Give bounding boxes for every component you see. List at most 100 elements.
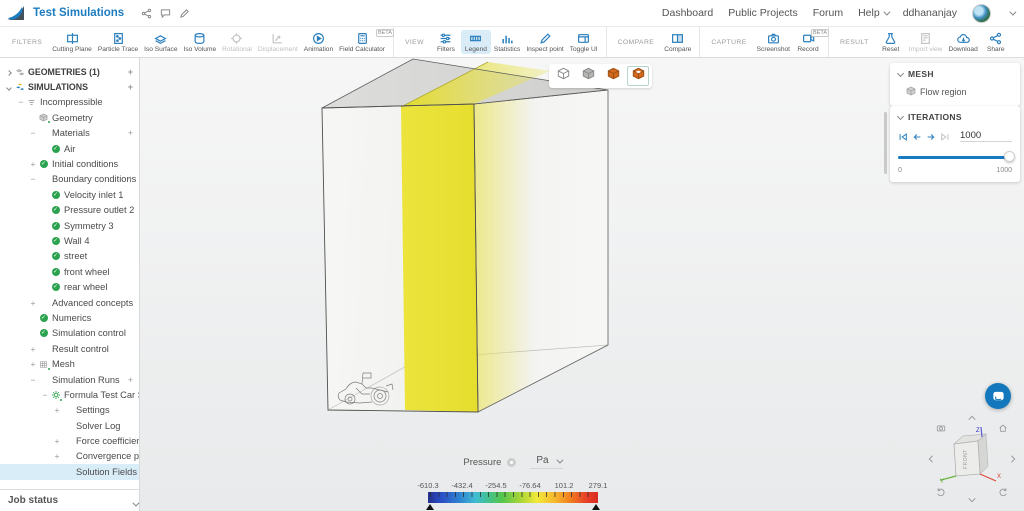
- tree-expander[interactable]: +: [28, 344, 38, 354]
- nav-public-projects[interactable]: Public Projects: [728, 7, 797, 19]
- render-mode-section-button[interactable]: [627, 66, 649, 86]
- add-item-button[interactable]: +: [128, 375, 133, 385]
- toolbar-item-statistics[interactable]: Statistics: [491, 30, 523, 54]
- app-logo-icon[interactable]: [6, 5, 26, 22]
- tree-item-settings[interactable]: + Settings: [0, 403, 139, 418]
- tree-item-incompressible[interactable]: − Incompressible: [0, 95, 139, 110]
- toolbar-item-share[interactable]: Share: [981, 30, 1011, 54]
- toolbar-item-filters[interactable]: Filters: [431, 30, 461, 54]
- tree-expander[interactable]: +: [52, 436, 62, 446]
- tree-item-rear-wheel[interactable]: ✓ rear wheel: [0, 279, 139, 294]
- nav-help[interactable]: Help: [858, 7, 891, 19]
- toolbar-item-iso-volume[interactable]: Iso Volume: [181, 30, 220, 54]
- edit-pencil-icon[interactable]: [175, 8, 194, 19]
- skip-to-last-icon[interactable]: [940, 132, 950, 142]
- cutting-plane-surface[interactable]: [401, 104, 478, 412]
- tree-item-force-coefficients[interactable]: + Force coefficients ...: [0, 433, 139, 448]
- tree-item-simulations[interactable]: SIMULATIONS +: [0, 79, 139, 94]
- tree-item-air[interactable]: ✓ Air: [0, 141, 139, 156]
- tree-item-velocity-inlet-1[interactable]: ✓ Velocity inlet 1: [0, 187, 139, 202]
- toolbar-item-iso-surface[interactable]: Iso Surface: [141, 30, 180, 54]
- tree-item-symmetry-3[interactable]: ✓ Symmetry 3: [0, 218, 139, 233]
- tree-expander[interactable]: +: [52, 405, 62, 415]
- tree-item-result-control[interactable]: + Result control: [0, 341, 139, 356]
- tree-expander[interactable]: +: [52, 451, 62, 461]
- share-project-icon[interactable]: [137, 8, 156, 19]
- legend-min-handle[interactable]: [426, 504, 434, 510]
- iteration-value-input[interactable]: [960, 130, 1012, 142]
- tree-expander[interactable]: +: [28, 359, 38, 369]
- tree-item-mesh[interactable]: + Mesh: [0, 356, 139, 371]
- toolbar-item-cutting-plane[interactable]: Cutting Plane: [49, 30, 95, 54]
- tree-item-advanced-concepts[interactable]: + Advanced concepts: [0, 295, 139, 310]
- render-mode-solid-button[interactable]: [602, 66, 624, 86]
- tree-item-simulation-control[interactable]: ✓ Simulation control: [0, 326, 139, 341]
- render-mode-surface-button[interactable]: [577, 66, 599, 86]
- toolbar-item-animation[interactable]: Animation: [301, 30, 336, 54]
- rotate-right-icon[interactable]: [1008, 454, 1018, 464]
- tree-expander[interactable]: −: [40, 390, 50, 400]
- slider-knob[interactable]: [1004, 151, 1015, 162]
- job-status-bar[interactable]: Job status: [0, 489, 139, 511]
- add-item-button[interactable]: +: [128, 174, 133, 184]
- navigation-cube[interactable]: FRONT Z X Y: [925, 426, 1004, 497]
- tree-item-solution-fields[interactable]: Solution Fields: [0, 464, 139, 480]
- tree-item-simulation-runs[interactable]: − Simulation Runs +: [0, 372, 139, 387]
- add-item-button[interactable]: +: [128, 67, 133, 77]
- tree-item-initial-conditions[interactable]: + ✓ Initial conditions: [0, 156, 139, 171]
- toolbar-item-reset[interactable]: Reset: [876, 30, 906, 54]
- toolbar-item-legend[interactable]: Legend: [460, 30, 491, 54]
- rotate-up-icon[interactable]: [967, 413, 977, 423]
- add-item-button[interactable]: +: [128, 128, 133, 138]
- legend-max-handle[interactable]: [592, 504, 600, 510]
- toolbar-item-rotational[interactable]: Rotational: [219, 30, 255, 54]
- tree-expander[interactable]: +: [28, 159, 38, 169]
- toolbar-item-displacement[interactable]: Displacement: [255, 30, 301, 54]
- comment-icon[interactable]: [156, 8, 175, 19]
- tree-expander[interactable]: +: [28, 298, 38, 308]
- tree-item-convergence-plots[interactable]: + Convergence plots: [0, 449, 139, 464]
- toolbar-item-field-calculator[interactable]: Field Calculator BETA: [336, 29, 394, 54]
- tree-expander[interactable]: [4, 82, 14, 92]
- toolbar-item-inspect-point[interactable]: Inspect point: [523, 30, 566, 54]
- toolbar-item-particle-trace[interactable]: Particle Trace: [95, 30, 141, 54]
- tree-item-numerics[interactable]: ✓ Numerics: [0, 310, 139, 325]
- rotate-left-icon[interactable]: [926, 454, 936, 464]
- legend-unit-dropdown[interactable]: Pa: [530, 455, 564, 469]
- tree-item-formula-test-car-s[interactable]: − Formula Test Car S...: [0, 387, 139, 402]
- mesh-flow-region-item[interactable]: Flow region: [906, 86, 1012, 98]
- avatar[interactable]: [972, 3, 991, 23]
- tree-item-materials[interactable]: − Materials +: [0, 126, 139, 141]
- legend-field-label[interactable]: Pressure: [463, 457, 501, 468]
- tree-item-front-wheel[interactable]: ✓ front wheel: [0, 264, 139, 279]
- panel-scrollbar[interactable]: [884, 112, 887, 174]
- tree-expander[interactable]: [4, 67, 14, 77]
- toolbar-item-download[interactable]: Download: [945, 30, 980, 54]
- tree-item-boundary-conditions[interactable]: − Boundary conditions +: [0, 172, 139, 187]
- car-model-sketch[interactable]: [337, 372, 394, 406]
- nav-dashboard[interactable]: Dashboard: [662, 7, 713, 19]
- toolbar-item-import-view[interactable]: Import view: [906, 30, 946, 54]
- tree-expander[interactable]: −: [28, 375, 38, 385]
- nav-forum[interactable]: Forum: [813, 7, 843, 19]
- tree-expander[interactable]: −: [16, 97, 26, 107]
- chat-support-button[interactable]: [985, 383, 1011, 409]
- tree-item-solver-log[interactable]: Solver Log: [0, 418, 139, 433]
- skip-to-first-icon[interactable]: [898, 132, 908, 142]
- render-mode-wireframe-button[interactable]: [552, 66, 574, 86]
- legend-settings-icon[interactable]: [507, 457, 517, 467]
- step-forward-icon[interactable]: [926, 132, 936, 142]
- add-item-button[interactable]: +: [128, 82, 133, 92]
- tree-item-street[interactable]: ✓ street: [0, 249, 139, 264]
- tree-expander[interactable]: −: [28, 128, 38, 138]
- tree-item-geometries-1[interactable]: GEOMETRIES (1) +: [0, 64, 139, 79]
- iterations-slider[interactable]: [898, 151, 1015, 163]
- tree-expander[interactable]: −: [28, 174, 38, 184]
- toolbar-item-compare[interactable]: Compare: [661, 30, 694, 54]
- iterations-panel-header[interactable]: ITERATIONS: [896, 112, 1012, 122]
- viewport-3d[interactable]: MESH Flow region ITERATIONS 1000 0 1000 …: [140, 58, 1024, 511]
- toolbar-item-screenshot[interactable]: Screenshot: [754, 30, 793, 54]
- tree-item-geometry[interactable]: Geometry: [0, 110, 139, 125]
- toolbar-item-toggle-ui[interactable]: Toggle UI: [567, 30, 601, 54]
- toolbar-item-record[interactable]: Record BETA: [793, 29, 829, 54]
